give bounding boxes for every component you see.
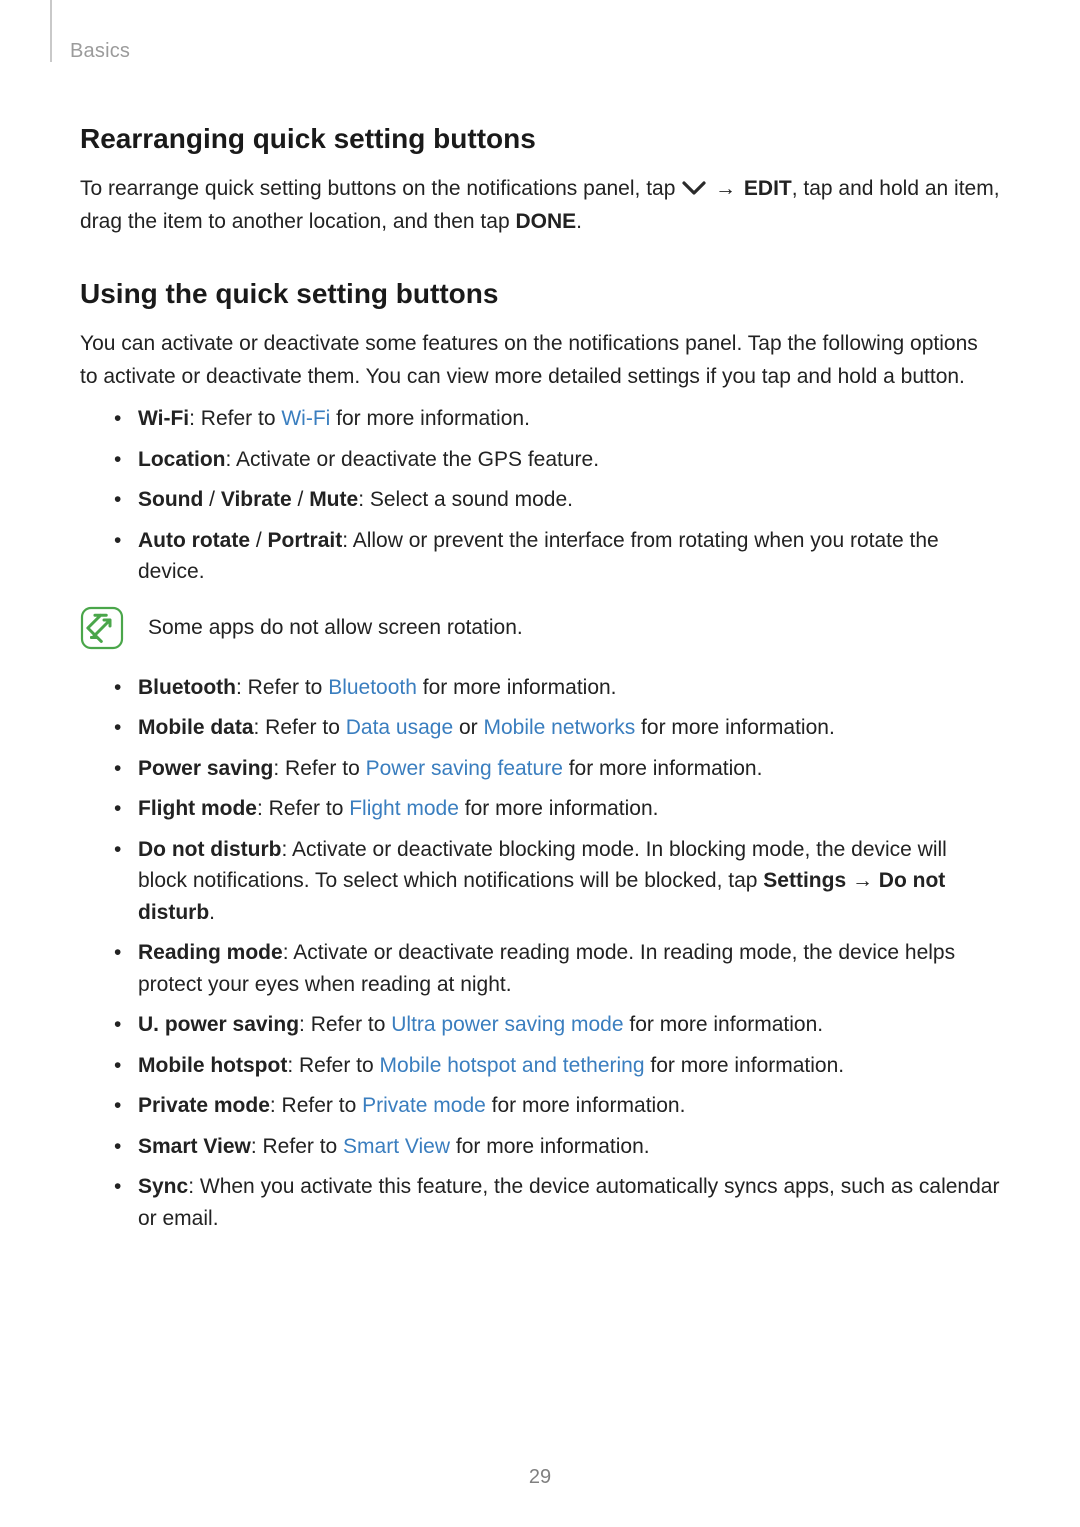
item-text: : Refer to: [254, 716, 346, 739]
data-usage-link[interactable]: Data usage: [346, 716, 453, 739]
item-label: Flight mode: [138, 797, 257, 820]
item-label: U. power saving: [138, 1013, 299, 1036]
item-label: Portrait: [268, 529, 343, 552]
header-accent-bar: [50, 0, 52, 62]
settings-label: Settings: [763, 869, 846, 892]
item-text: for more information.: [486, 1094, 686, 1117]
item-sep: /: [250, 529, 268, 552]
private-mode-link[interactable]: Private mode: [362, 1094, 486, 1117]
item-text: : Refer to: [236, 676, 328, 699]
list-item: Smart View: Refer to Smart View for more…: [114, 1131, 1000, 1163]
note-callout: Some apps do not allow screen rotation.: [80, 606, 1000, 650]
item-text: for more information.: [450, 1135, 650, 1158]
list-item: Mobile hotspot: Refer to Mobile hotspot …: [114, 1050, 1000, 1082]
page-number: 29: [0, 1466, 1080, 1489]
list-item: Sync: When you activate this feature, th…: [114, 1171, 1000, 1234]
item-label: Bluetooth: [138, 676, 236, 699]
list-item: Auto rotate / Portrait: Allow or prevent…: [114, 525, 1000, 588]
item-text: .: [209, 901, 215, 924]
list-item: Wi-Fi: Refer to Wi-Fi for more informati…: [114, 403, 1000, 435]
item-label: Reading mode: [138, 941, 283, 964]
item-text: : Select a sound mode.: [358, 488, 573, 511]
item-label: Auto rotate: [138, 529, 250, 552]
item-label: Mute: [309, 488, 358, 511]
wifi-link[interactable]: Wi-Fi: [281, 407, 330, 430]
using-intro-paragraph: You can activate or deactivate some feat…: [80, 328, 1000, 393]
item-text: : Refer to: [257, 797, 349, 820]
item-text: for more information.: [330, 407, 530, 430]
item-text: : Refer to: [273, 757, 365, 780]
item-text: for more information.: [645, 1054, 845, 1077]
quick-settings-list-2: Bluetooth: Refer to Bluetooth for more i…: [80, 672, 1000, 1235]
mobile-hotspot-link[interactable]: Mobile hotspot and tethering: [380, 1054, 645, 1077]
section-title-using: Using the quick setting buttons: [80, 278, 1000, 310]
item-text: : Refer to: [299, 1013, 391, 1036]
note-text: Some apps do not allow screen rotation.: [148, 612, 523, 644]
bluetooth-link[interactable]: Bluetooth: [328, 676, 417, 699]
item-text: : Activate or deactivate the GPS feature…: [226, 448, 600, 471]
item-label: Mobile hotspot: [138, 1054, 287, 1077]
note-icon: [80, 606, 124, 650]
list-item: Do not disturb: Activate or deactivate b…: [114, 834, 1000, 929]
item-text: for more information.: [635, 716, 835, 739]
item-label: Smart View: [138, 1135, 251, 1158]
item-text: for more information.: [624, 1013, 824, 1036]
item-text: for more information.: [417, 676, 617, 699]
flight-mode-link[interactable]: Flight mode: [349, 797, 459, 820]
item-label: Mobile data: [138, 716, 254, 739]
smart-view-link[interactable]: Smart View: [343, 1135, 450, 1158]
quick-settings-list-1: Wi-Fi: Refer to Wi-Fi for more informati…: [80, 403, 1000, 588]
item-label: Vibrate: [221, 488, 292, 511]
item-sep: /: [203, 488, 221, 511]
item-label: Do not disturb: [138, 838, 281, 861]
list-item: Mobile data: Refer to Data usage or Mobi…: [114, 712, 1000, 744]
list-item: Bluetooth: Refer to Bluetooth for more i…: [114, 672, 1000, 704]
item-text: : Refer to: [287, 1054, 379, 1077]
item-text: : Refer to: [270, 1094, 362, 1117]
arrow-text: →: [707, 177, 744, 200]
item-label: Sound: [138, 488, 203, 511]
item-label: Wi-Fi: [138, 407, 189, 430]
list-item: U. power saving: Refer to Ultra power sa…: [114, 1009, 1000, 1041]
list-item: Private mode: Refer to Private mode for …: [114, 1090, 1000, 1122]
power-saving-link[interactable]: Power saving feature: [366, 757, 563, 780]
breadcrumb: Basics: [70, 40, 1000, 63]
rearranging-paragraph: To rearrange quick setting buttons on th…: [80, 173, 1000, 238]
section-title-rearranging: Rearranging quick setting buttons: [80, 123, 1000, 155]
item-text: : When you activate this feature, the de…: [138, 1175, 999, 1230]
chevron-down-icon: [681, 179, 707, 197]
mobile-networks-link[interactable]: Mobile networks: [483, 716, 635, 739]
item-label: Sync: [138, 1175, 188, 1198]
list-item: Flight mode: Refer to Flight mode for mo…: [114, 793, 1000, 825]
item-text: for more information.: [459, 797, 659, 820]
arrow-text: →: [846, 869, 879, 892]
item-sep: /: [292, 488, 310, 511]
list-item: Location: Activate or deactivate the GPS…: [114, 444, 1000, 476]
item-label: Power saving: [138, 757, 273, 780]
list-item: Reading mode: Activate or deactivate rea…: [114, 937, 1000, 1000]
para-text: To rearrange quick setting buttons on th…: [80, 177, 681, 200]
para-text: .: [576, 210, 582, 233]
item-label: Private mode: [138, 1094, 270, 1117]
item-text: : Refer to: [189, 407, 281, 430]
item-label: Location: [138, 448, 226, 471]
item-text: or: [453, 716, 483, 739]
edit-label: EDIT: [744, 177, 792, 200]
item-text: for more information.: [563, 757, 763, 780]
done-label: DONE: [515, 210, 576, 233]
ultra-power-link[interactable]: Ultra power saving mode: [391, 1013, 623, 1036]
list-item: Sound / Vibrate / Mute: Select a sound m…: [114, 484, 1000, 516]
list-item: Power saving: Refer to Power saving feat…: [114, 753, 1000, 785]
item-text: : Refer to: [251, 1135, 343, 1158]
page-content: Basics Rearranging quick setting buttons…: [0, 0, 1080, 1234]
